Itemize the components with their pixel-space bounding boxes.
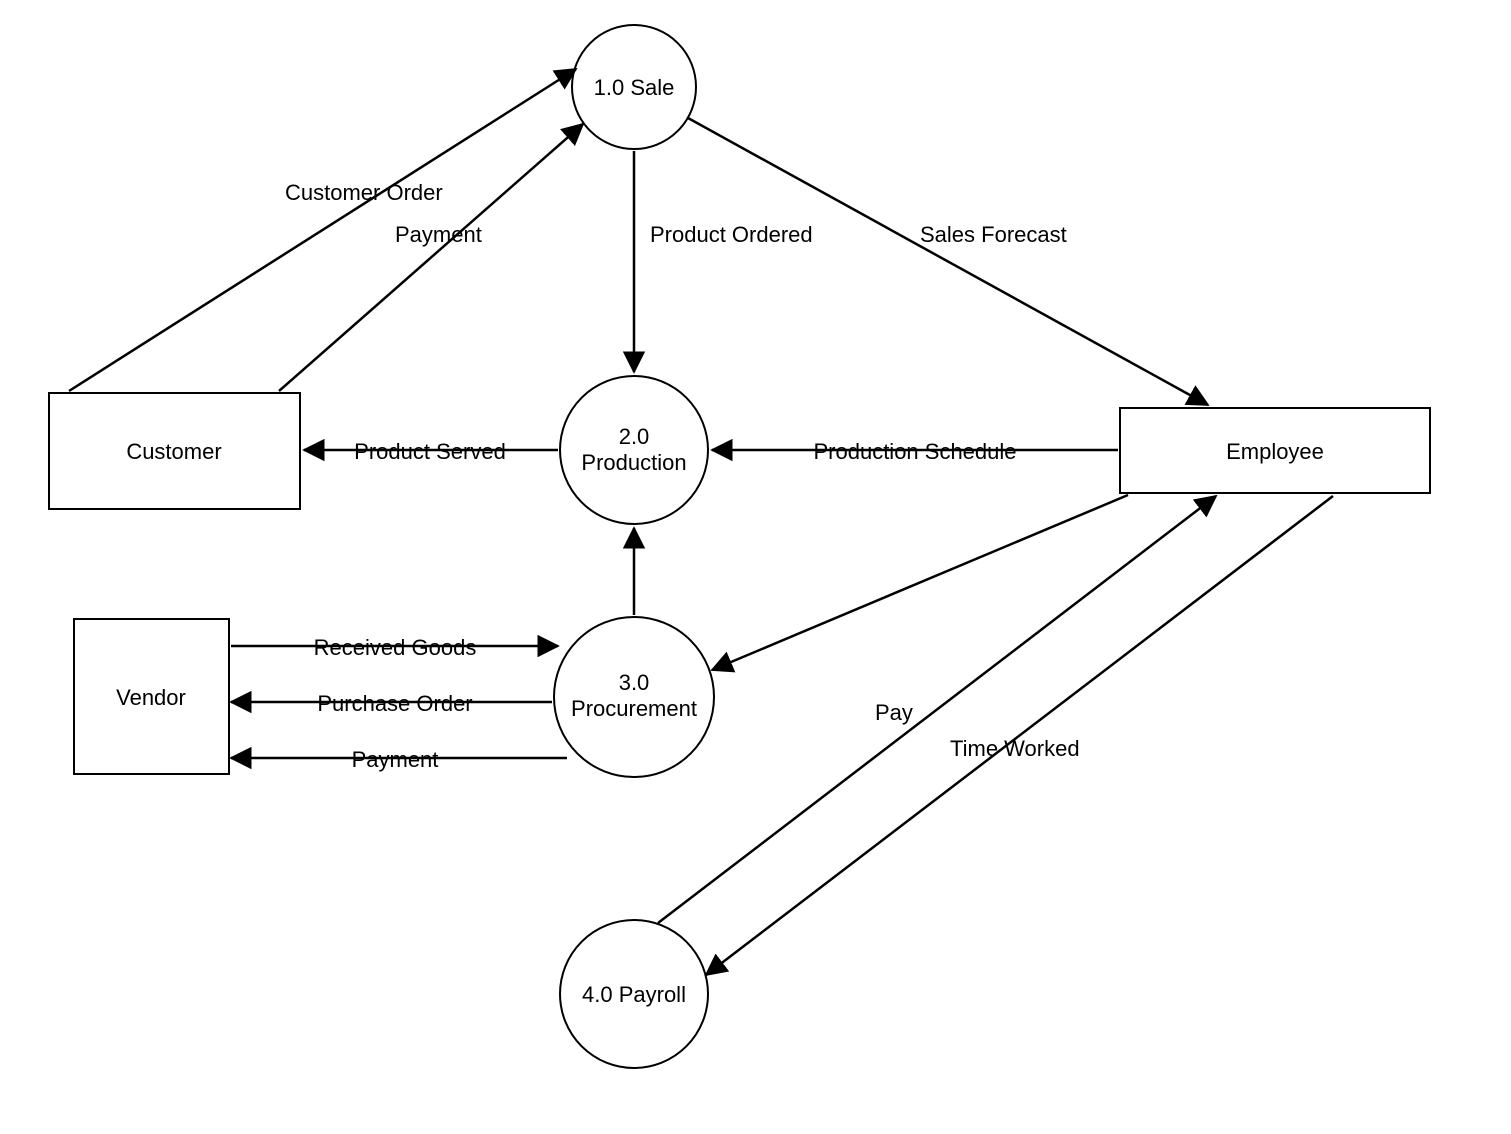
flow-production-schedule-label: Production Schedule	[813, 439, 1016, 464]
flow-sales-forecast-label: Sales Forecast	[920, 222, 1067, 247]
flow-received-goods: Received Goods	[231, 635, 558, 660]
flow-received-goods-label: Received Goods	[314, 635, 477, 660]
flow-sales-forecast: Sales Forecast	[688, 118, 1208, 405]
flow-time-worked-label: Time Worked	[950, 736, 1080, 761]
flow-payment-to-sale: Payment	[279, 124, 583, 391]
process-production: 2.0 Production	[560, 376, 708, 524]
flow-product-served-label: Product Served	[354, 439, 506, 464]
process-payroll: 4.0 Payroll	[560, 920, 708, 1068]
entity-customer: Customer	[49, 393, 300, 509]
process-procurement-label-bottom: Procurement	[571, 696, 697, 721]
flow-product-served: Product Served	[304, 439, 558, 464]
entity-vendor-label: Vendor	[116, 685, 186, 710]
process-payroll-label: 4.0 Payroll	[582, 982, 686, 1007]
flow-payment-to-vendor: Payment	[231, 747, 567, 772]
flow-customer-order: Customer Order	[69, 69, 576, 391]
flow-payment-to-sale-label: Payment	[395, 222, 482, 247]
flow-production-schedule: Production Schedule	[712, 439, 1118, 464]
process-sale-label: 1.0 Sale	[594, 75, 675, 100]
flow-customer-order-label: Customer Order	[285, 180, 443, 205]
data-flow-diagram: Customer Vendor Employee 1.0 Sale 2.0 Pr…	[0, 0, 1511, 1134]
flow-purchase-order-label: Purchase Order	[317, 691, 472, 716]
flow-time-worked: Time Worked	[706, 496, 1333, 975]
flow-pay: Pay	[658, 496, 1216, 923]
flow-product-ordered-label: Product Ordered	[650, 222, 813, 247]
entity-customer-label: Customer	[126, 439, 221, 464]
entity-employee: Employee	[1120, 408, 1430, 493]
flow-pay-label: Pay	[875, 700, 913, 725]
process-procurement-label-top: 3.0	[619, 670, 650, 695]
flow-payment-to-vendor-label: Payment	[352, 747, 439, 772]
flow-purchase-order: Purchase Order	[231, 691, 552, 716]
process-production-label-bottom: Production	[581, 450, 686, 475]
process-production-label-top: 2.0	[619, 424, 650, 449]
entity-vendor: Vendor	[74, 619, 229, 774]
flow-product-ordered: Product Ordered	[634, 151, 813, 372]
process-procurement: 3.0 Procurement	[554, 617, 714, 777]
process-sale: 1.0 Sale	[572, 25, 696, 149]
entity-employee-label: Employee	[1226, 439, 1324, 464]
flow-employee-to-procurement	[712, 495, 1128, 670]
